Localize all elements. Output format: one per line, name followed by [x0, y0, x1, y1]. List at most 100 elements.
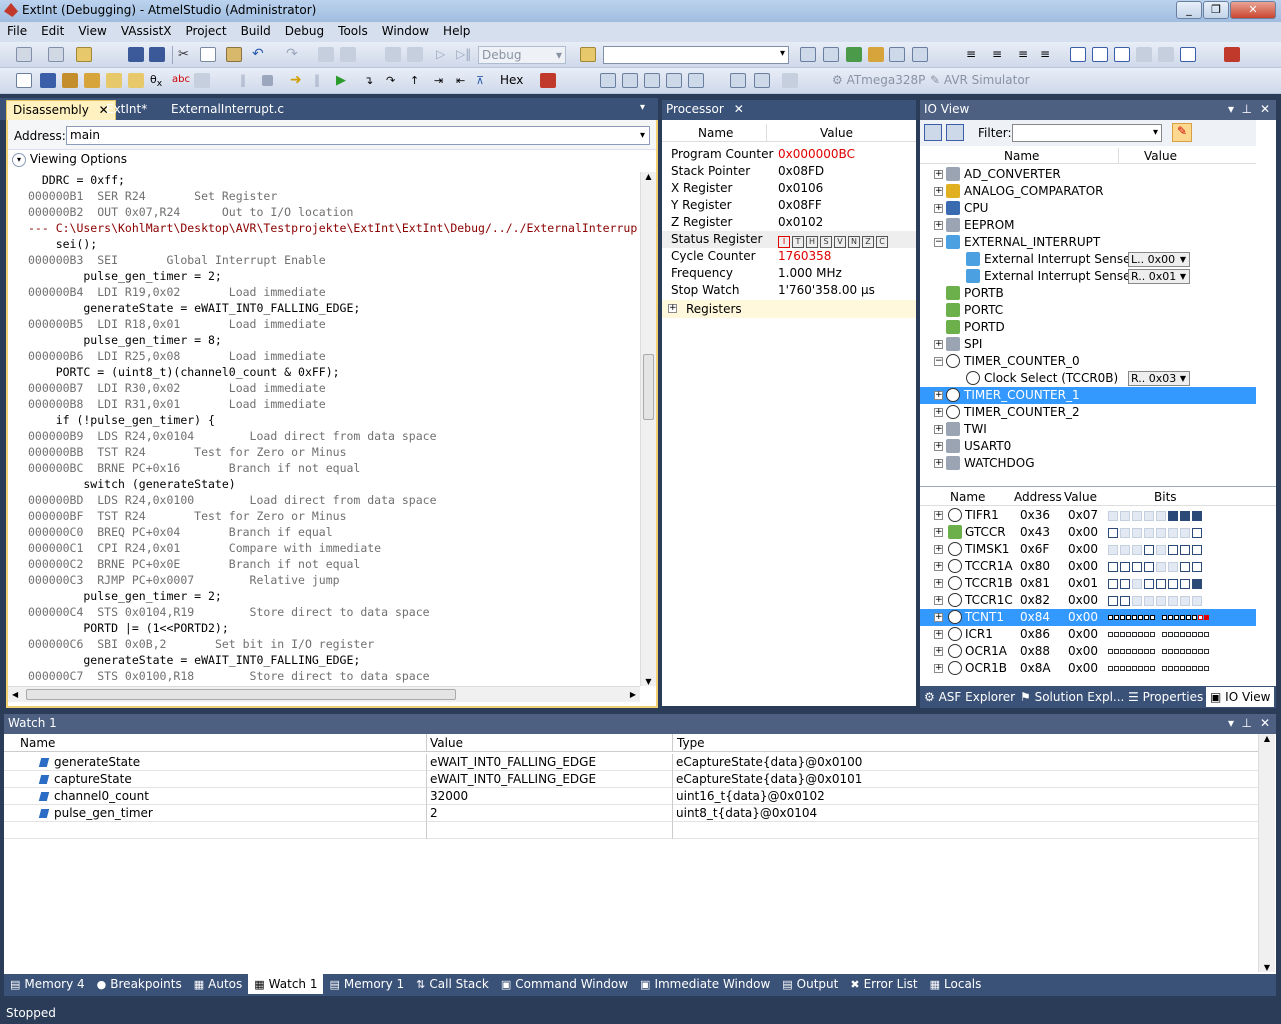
comment-icon[interactable]: ≡ — [1018, 47, 1034, 62]
expand-icon[interactable]: + — [934, 425, 943, 434]
io-register-row[interactable]: + TCCR1C 0x82 0x00 — [920, 592, 1256, 609]
expand-icon[interactable]: + — [934, 647, 943, 656]
clear-bookmarks-icon[interactable] — [1224, 47, 1240, 62]
io-tree-item[interactable]: + SPI — [920, 336, 1256, 353]
tab-externalinterrupt-c[interactable]: ExternalInterrupt.c — [165, 100, 290, 120]
status-flag-T[interactable]: T — [792, 236, 804, 248]
expand-icon[interactable]: + — [934, 545, 943, 554]
menu-build[interactable]: Build — [234, 22, 278, 40]
object-browser-icon[interactable] — [868, 47, 884, 62]
io-tree-item[interactable]: External Interrupt Sense... R.. 0x01 ▼ — [920, 268, 1256, 285]
expand-icon[interactable]: + — [934, 630, 943, 639]
build-icon[interactable] — [385, 47, 401, 62]
break-all-icon[interactable]: ‖ — [240, 73, 256, 88]
bookmark-file-icon[interactable] — [1180, 47, 1196, 62]
io-register-row[interactable]: + OCR1A 0x88 0x00 — [920, 643, 1256, 660]
redo-icon[interactable]: ↷ — [286, 47, 302, 62]
view-mode2-icon[interactable] — [946, 124, 964, 141]
io-tree-item[interactable]: + EEPROM — [920, 217, 1256, 234]
disasm-line[interactable]: ➨000000BC BRNE PC+0x16 Branch if not equ… — [28, 460, 640, 476]
io-register-row[interactable]: + TIFR1 0x36 0x07 — [920, 507, 1256, 524]
io-tree-item[interactable]: Clock Select (TCCR0B) R.. 0x03 ▼ — [920, 370, 1256, 387]
menu-help[interactable]: Help — [436, 22, 477, 40]
watch-scrollbar[interactable]: ▲ ▼ — [1258, 734, 1275, 972]
watch-value[interactable]: 2 — [430, 805, 438, 822]
register-bits[interactable] — [1108, 541, 1204, 558]
spellcheck-icon[interactable]: abc — [172, 73, 190, 88]
watch-value[interactable]: 32000 — [430, 788, 468, 805]
expand-icon[interactable]: + — [934, 459, 943, 468]
set-next-statement-icon[interactable]: ⇤ — [456, 73, 472, 88]
register-bits[interactable] — [1108, 507, 1204, 524]
device-label[interactable]: ⚙ ATmega328P — [832, 73, 925, 87]
disasm-line[interactable]: 000000B7 LDI R30,0x02 Load immediate — [28, 380, 640, 396]
io-value-dropdown[interactable]: R.. 0x03 ▼ — [1128, 371, 1190, 386]
disasm-line[interactable]: generateState = eWAIT_INT0_FALLING_EDGE; — [28, 652, 640, 668]
watch-pin-icon[interactable]: ⊥ — [1242, 716, 1252, 730]
status-flag-I[interactable]: I — [778, 236, 790, 248]
show-next-statement-icon[interactable]: ➜ — [290, 73, 306, 88]
open-icon[interactable] — [76, 47, 92, 62]
io-tree-item[interactable]: + USART0 — [920, 438, 1256, 455]
goto-icon[interactable] — [128, 73, 144, 88]
menu-tools[interactable]: Tools — [331, 22, 375, 40]
cut-icon[interactable]: ✂ — [178, 47, 194, 62]
dropdown-icon[interactable]: ▾ — [1228, 102, 1234, 116]
io-tree-item[interactable]: − TIMER_COUNTER_0 — [920, 353, 1256, 370]
disasm-line[interactable]: generateState = eWAIT_INT0_FALLING_EDGE; — [28, 300, 640, 316]
symbol-icon[interactable]: θx — [150, 73, 166, 89]
watch-row[interactable]: pulse_gen_timer 2 uint8_t{data}@0x0104 — [4, 805, 1258, 822]
expand-icon[interactable]: + — [934, 596, 943, 605]
register-bits[interactable] — [1108, 558, 1204, 575]
disasm-line[interactable]: pulse_gen_timer = 8; — [28, 332, 640, 348]
tab-immediate-window[interactable]: ▣ Immediate Window — [634, 974, 776, 994]
expand-icon[interactable]: + — [934, 221, 943, 230]
registers-window-icon[interactable] — [644, 73, 660, 88]
rebuild-icon[interactable] — [407, 47, 423, 62]
watch-value[interactable]: eWAIT_INT0_FALLING_EDGE — [430, 754, 596, 771]
expand-icon[interactable]: + — [934, 187, 943, 196]
register-bits[interactable] — [1108, 575, 1204, 592]
run-to-cursor-icon[interactable]: ⇥ — [434, 73, 450, 88]
maximize-button[interactable]: ❐ — [1203, 1, 1229, 19]
tool-select-icon[interactable] — [782, 73, 798, 88]
indent-icon[interactable]: ≡ — [966, 47, 982, 62]
find-combo[interactable]: ▾ — [603, 46, 789, 64]
tab-output[interactable]: ▤ Output — [776, 974, 844, 994]
status-flag-N[interactable]: N — [848, 236, 860, 248]
disasm-line[interactable]: 000000C6 SBI 0x0B,2 Set bit in I/O regis… — [28, 636, 640, 652]
register-bits[interactable] — [1108, 660, 1216, 677]
register-bits[interactable] — [1108, 524, 1204, 541]
expand-icon[interactable]: + — [934, 170, 943, 179]
io-tree-item[interactable]: + WATCHDOG — [920, 455, 1256, 472]
undo-icon[interactable]: ↶ — [252, 47, 268, 62]
close-watch-icon[interactable]: ✕ — [1260, 716, 1270, 730]
disasm-line[interactable]: PORTD |= (1<<PORTD2); — [28, 620, 640, 636]
register-bits[interactable] — [1108, 626, 1216, 643]
disasm-line[interactable]: DDRC = 0xff; — [28, 172, 640, 188]
menu-project[interactable]: Project — [179, 22, 234, 40]
processor-window-icon[interactable] — [730, 73, 746, 88]
save-all-icon[interactable] — [149, 47, 165, 62]
step-over-icon[interactable]: ↷ — [386, 73, 402, 88]
expand-icon[interactable]: + — [934, 664, 943, 673]
tab-asf-explorer[interactable]: ⚙ ASF Explorer — [924, 690, 1015, 704]
tab-watch-1[interactable]: ▦ Watch 1 — [248, 974, 324, 994]
tab-locals[interactable]: ▦ Locals — [924, 974, 988, 994]
io-tree-item[interactable]: + TIMER_COUNTER_2 — [920, 404, 1256, 421]
find-icon[interactable] — [800, 47, 816, 62]
properties-icon[interactable] — [846, 47, 862, 62]
io-tree-item[interactable]: + ANALOG_COMPARATOR — [920, 183, 1256, 200]
register-bits[interactable] — [1108, 643, 1216, 660]
refs-icon[interactable] — [84, 73, 100, 88]
disasm-line[interactable]: 000000C2 BRNE PC+0x0E Branch if not equa… — [28, 556, 640, 572]
expand-icon[interactable]: + — [934, 562, 943, 571]
tab-call-stack[interactable]: ⇅ Call Stack — [410, 974, 495, 994]
save-icon[interactable] — [128, 47, 144, 62]
expand-icon[interactable]: + — [934, 528, 943, 537]
stop-debugging-icon[interactable] — [262, 75, 273, 86]
menu-edit[interactable]: Edit — [34, 22, 71, 40]
io-value-dropdown[interactable]: R.. 0x01 ▼ — [1128, 269, 1190, 284]
find-in-files-icon[interactable] — [580, 47, 596, 62]
tab-properties[interactable]: ☰ Properties — [1128, 690, 1203, 704]
